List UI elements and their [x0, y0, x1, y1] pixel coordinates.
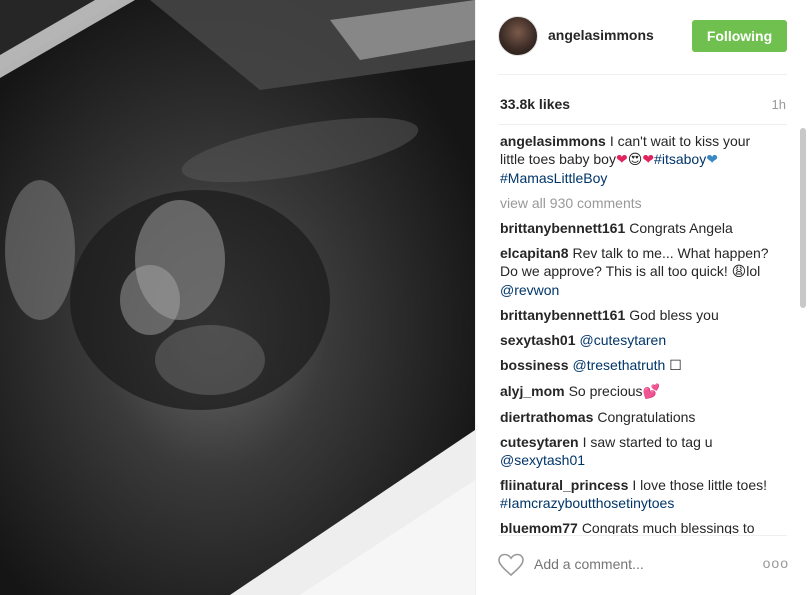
comment-username[interactable]: brittanybennett161: [500, 220, 625, 236]
comments-list: angelasimmons I can't wait to kiss your l…: [500, 132, 776, 534]
hashtag-link[interactable]: #Iamcrazyboutthosetinytoes: [500, 495, 674, 511]
comment-username[interactable]: elcapitan8: [500, 245, 568, 261]
list-item: elcapitan8 Rev talk to me... What happen?…: [500, 244, 776, 299]
comment-text: God bless you: [629, 307, 719, 323]
list-item: cutesytaren I saw started to tag u @sexyt…: [500, 433, 776, 469]
weary-emoji-icon: 😩: [731, 264, 747, 280]
list-item: diertrathomas Congratulations: [500, 408, 776, 426]
comment-username[interactable]: cutesytaren: [500, 434, 579, 450]
header-username[interactable]: angelasimmons: [548, 27, 654, 43]
list-item: bossiness @tresethatruth ☐: [500, 356, 776, 375]
list-item: brittanybennett161 Congrats Angela: [500, 219, 776, 237]
comment-footer: ooo: [476, 535, 808, 595]
list-item: brittanybennett161 God bless you: [500, 306, 776, 324]
comment-text: lol: [746, 263, 761, 279]
avatar[interactable]: [498, 16, 538, 56]
comment-username[interactable]: angelasimmons: [500, 133, 606, 149]
heart-eyes-emoji-icon: 😍: [627, 152, 643, 168]
scrollbar[interactable]: [800, 128, 806, 308]
comment-username[interactable]: sexytash01: [500, 332, 576, 348]
mention-link[interactable]: @sexytash01: [500, 452, 585, 468]
view-all-comments-link[interactable]: view all 930 comments: [500, 194, 776, 212]
sparkling-heart-emoji-icon: 💕: [642, 384, 660, 400]
comment-text: I saw started to tag u: [582, 434, 713, 450]
divider: [498, 74, 787, 75]
blue-heart-emoji-icon: ❤: [706, 152, 718, 168]
list-item: sexytash01 @cutesytaren: [500, 331, 776, 349]
heart-emoji-icon: ❤: [615, 152, 628, 168]
comment-text: Congrats much blessings to: [581, 520, 755, 534]
post-time[interactable]: 1h: [772, 97, 786, 112]
comment-text: I love those little toes!: [632, 477, 768, 493]
following-button[interactable]: Following: [692, 20, 787, 52]
add-comment-input[interactable]: [534, 556, 734, 572]
comment-text: Congratulations: [597, 409, 696, 425]
comment-text: Congrats Angela: [629, 220, 733, 236]
post-sidebar: angelasimmons Following 33.8k likes 1h a…: [475, 0, 808, 595]
comment-username[interactable]: alyj_mom: [500, 383, 565, 399]
comment-username[interactable]: brittanybennett161: [500, 307, 625, 323]
comment-text: So precious: [568, 383, 643, 399]
mention-link[interactable]: @cutesytaren: [580, 332, 667, 348]
ultrasound-image: [0, 0, 475, 595]
comment-username[interactable]: bossiness: [500, 357, 568, 373]
heart-icon[interactable]: [498, 553, 524, 577]
hashtag-link[interactable]: #itsaboy: [654, 151, 706, 167]
divider: [498, 124, 787, 125]
heart-emoji-icon: ❤: [642, 152, 655, 168]
hashtag-link[interactable]: #MamasLittleBoy: [500, 170, 607, 186]
mention-link[interactable]: @tresethatruth: [572, 357, 665, 373]
post-header: angelasimmons Following: [476, 0, 808, 74]
ultrasound-photo[interactable]: [0, 0, 475, 595]
more-options-icon[interactable]: ooo: [763, 555, 789, 571]
list-item: bluemom77 Congrats much blessings to: [500, 519, 776, 534]
list-item: fliinatural_princess I love those little …: [500, 476, 776, 512]
comment-username[interactable]: diertrathomas: [500, 409, 593, 425]
caption: angelasimmons I can't wait to kiss your l…: [500, 132, 776, 187]
box-glyph-icon: ☐: [669, 358, 682, 374]
comment-username[interactable]: fliinatural_princess: [500, 477, 628, 493]
post-modal: angelasimmons Following 33.8k likes 1h a…: [0, 0, 808, 595]
mention-link[interactable]: @revwon: [500, 282, 559, 298]
likes-count[interactable]: 33.8k likes: [500, 96, 570, 112]
comment-username[interactable]: bluemom77: [500, 520, 578, 534]
list-item: alyj_mom So precious💕: [500, 382, 776, 401]
